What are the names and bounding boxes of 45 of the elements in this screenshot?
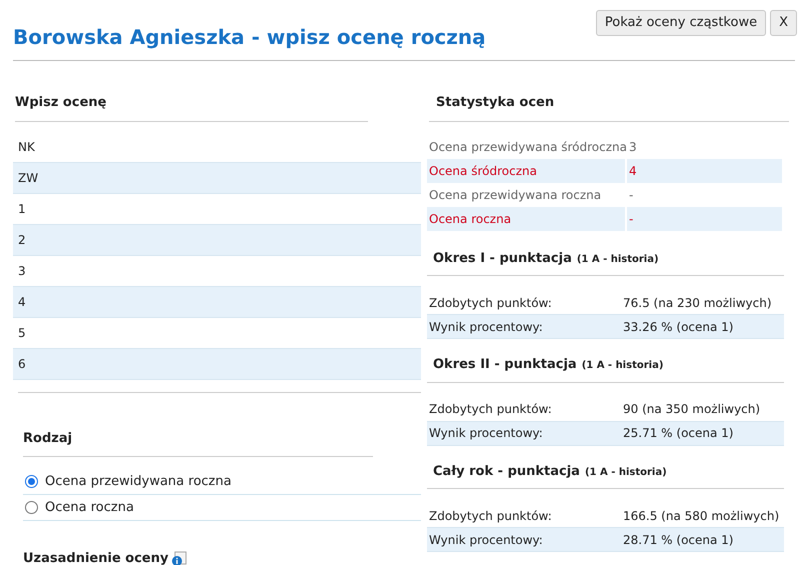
score-label: Wynik procentowy: [428, 318, 544, 336]
stat-value: - [627, 206, 782, 230]
score-value: 166.5 (na 580 możliwych) [623, 508, 780, 524]
period-subject: (1 A - historia) [582, 359, 664, 373]
grade-option[interactable]: 6 [13, 348, 421, 380]
info-icon[interactable] [171, 550, 188, 565]
score-value: 28.71 % (ocena 1) [623, 532, 734, 548]
score-label: Wynik procentowy: [428, 532, 544, 548]
period-subject: (1 A - historia) [584, 466, 667, 480]
radio-label[interactable]: Ocena przewidywana roczna [45, 472, 232, 492]
grade-option[interactable]: 2 [13, 224, 421, 256]
toolbar-button[interactable]: Pokaż oceny cząstkowe [596, 10, 766, 36]
score-label: Wynik procentowy: [428, 425, 544, 442]
section-heading: Uzasadnienie oceny [23, 550, 168, 565]
radio-button[interactable] [25, 475, 38, 488]
period-heading: Okres I - punktacja [433, 250, 572, 268]
stat-label: Ocena śródroczna [427, 158, 625, 182]
stat-value: 4 [627, 158, 782, 182]
score-value: 25.71 % (ocena 1) [623, 425, 734, 442]
stat-label: Ocena roczna [427, 206, 625, 230]
stat-value: 3 [628, 138, 638, 156]
grade-option[interactable]: 3 [13, 256, 421, 286]
score-value: 33.26 % (ocena 1) [623, 318, 734, 336]
score-value: 90 (na 350 możliwych) [623, 401, 762, 418]
grade-option[interactable]: 1 [13, 194, 421, 224]
page-title: Borowska Agnieszka - wpisz ocenę roczną [13, 24, 486, 51]
stat-label: Ocena przewidywana śródroczna [428, 138, 625, 156]
score-label: Zdobytych punktów: [428, 401, 553, 418]
section-heading: Rodzaj [23, 430, 72, 446]
grade-option[interactable]: 4 [13, 286, 421, 318]
grade-option[interactable]: 5 [13, 318, 421, 348]
grade-option[interactable]: ZW [13, 162, 421, 194]
toolbar-button[interactable]: X [770, 10, 797, 36]
section-heading: Wpisz ocenę [15, 95, 106, 110]
radio-label[interactable]: Ocena roczna [45, 498, 134, 518]
period-heading: Okres II - punktacja [433, 356, 577, 374]
stat-label: Ocena przewidywana roczna [428, 186, 602, 204]
score-value: 76.5 (na 230 możliwych) [623, 294, 773, 312]
period-subject: (1 A - historia) [576, 252, 659, 266]
period-heading: Cały rok - punktacja [433, 462, 580, 480]
stat-value: - [628, 186, 634, 204]
score-label: Zdobytych punktów: [428, 294, 553, 312]
radio-button[interactable] [25, 501, 38, 514]
score-label: Zdobytych punktów: [428, 508, 553, 524]
section-heading: Statystyka ocen [436, 95, 554, 110]
